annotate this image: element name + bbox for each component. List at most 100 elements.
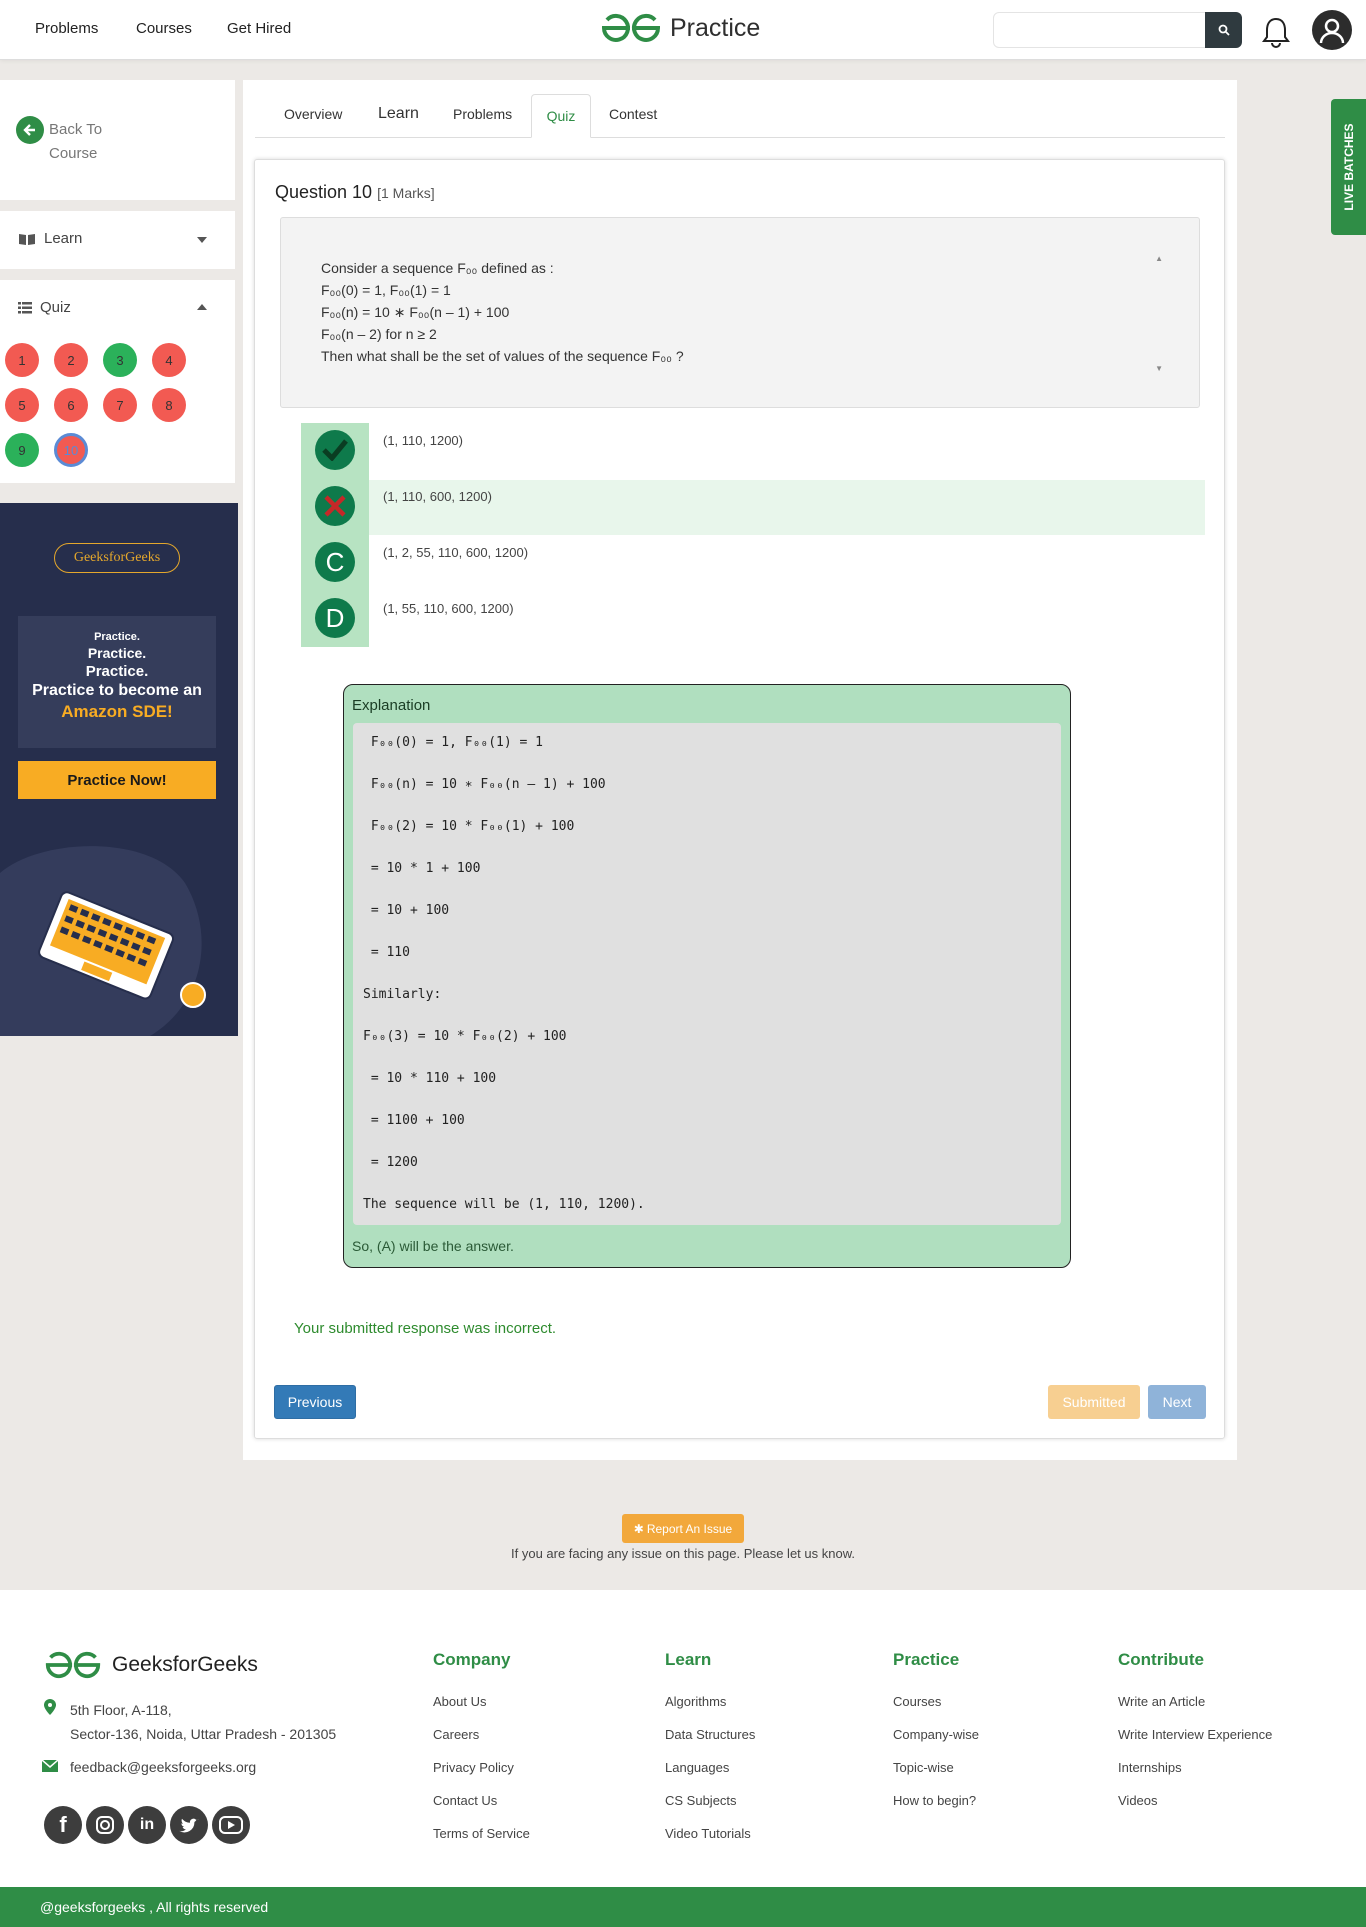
live-batches-tab[interactable]: LIVE BATCHES <box>1331 99 1366 235</box>
site-footer: GeeksforGeeks 5th Floor, A-118, Sector-1… <box>0 1590 1366 1887</box>
footer-link[interactable]: Video Tutorials <box>665 1826 751 1841</box>
search-icon <box>1218 24 1230 36</box>
footer-link[interactable]: Algorithms <box>665 1694 726 1709</box>
bug-icon: ✱ <box>633 1521 644 1536</box>
question-line: F₀₀(n – 2) for n ≥ 2 <box>321 326 437 342</box>
footer-link[interactable]: Company-wise <box>893 1727 979 1742</box>
option-b-cross-icon[interactable] <box>315 486 355 526</box>
previous-button[interactable]: Previous <box>274 1385 356 1419</box>
response-status-message: Your submitted response was incorrect. <box>294 1320 557 1337</box>
footer-col-title: Learn <box>665 1650 712 1669</box>
footer-link[interactable]: Privacy Policy <box>433 1760 514 1775</box>
code-line: = 10 * 110 + 100 <box>363 1071 497 1086</box>
footer-link[interactable]: Languages <box>665 1760 729 1775</box>
promo-line: Practice. <box>94 631 140 643</box>
footer-link[interactable]: CS Subjects <box>665 1793 737 1808</box>
tab-learn[interactable]: Learn <box>378 105 419 123</box>
promo-banner[interactable]: GeeksforGeeks Practice. Practice. Practi… <box>0 503 238 1036</box>
explanation-footer: So, (A) will be the answer. <box>352 1238 514 1254</box>
chevron-up-icon[interactable] <box>197 304 207 310</box>
footer-link[interactable]: About Us <box>433 1694 486 1709</box>
option-b-text[interactable]: (1, 110, 600, 1200) <box>383 489 492 504</box>
question-line: F₀₀(n) = 10 ∗ F₀₀(n – 1) + 100 <box>321 304 510 320</box>
question-nav-2[interactable]: 2 <box>54 343 88 377</box>
question-nav-8[interactable]: 8 <box>152 388 186 422</box>
user-icon <box>1319 18 1345 43</box>
question-title: Question 10 [1 Marks] <box>275 182 435 203</box>
nav-problems[interactable]: Problems <box>35 20 98 37</box>
question-nav-1[interactable]: 1 <box>5 343 39 377</box>
option-d-text[interactable]: (1, 55, 110, 600, 1200) <box>383 601 514 616</box>
promo-highlight: Amazon SDE! <box>61 702 173 721</box>
sidebar-learn-section[interactable]: Learn <box>0 211 235 269</box>
footer-link[interactable]: Data Structures <box>665 1727 755 1742</box>
code-line: F₀₀(n) = 10 ∗ F₀₀(n – 1) + 100 <box>363 777 606 792</box>
promo-line: Practice. <box>85 663 149 680</box>
promo-line: Practice to become an <box>32 682 202 699</box>
back-arrow-icon[interactable] <box>16 116 44 144</box>
option-a-check-icon[interactable] <box>315 430 355 470</box>
report-issue-button[interactable]: ✱ Report An Issue <box>622 1514 744 1543</box>
search-button[interactable] <box>1205 12 1242 48</box>
question-nav-3[interactable]: 3 <box>103 343 137 377</box>
question-nav-5[interactable]: 5 <box>5 388 39 422</box>
chevron-down-icon[interactable] <box>197 237 207 243</box>
sidebar-quiz-label: Quiz <box>40 299 71 316</box>
footer-link[interactable]: Terms of Service <box>433 1826 530 1841</box>
scroll-up-icon[interactable]: ▲ <box>1155 254 1163 263</box>
footer-link[interactable]: Videos <box>1118 1793 1158 1808</box>
footer-link[interactable]: Contact Us <box>433 1793 497 1808</box>
scroll-down-icon[interactable]: ▼ <box>1155 364 1163 373</box>
question-nav-7[interactable]: 7 <box>103 388 137 422</box>
option-c-badge[interactable]: C <box>315 542 355 582</box>
footer-brand[interactable]: GeeksforGeeks <box>44 1650 258 1680</box>
linkedin-icon[interactable]: in <box>128 1806 166 1844</box>
live-batches-label: LIVE BATCHES <box>1341 123 1356 211</box>
question-nav-9[interactable]: 9 <box>5 433 39 467</box>
practice-now-button[interactable]: Practice Now! <box>18 761 216 799</box>
submitted-button[interactable]: Submitted <box>1048 1385 1140 1419</box>
footer-link[interactable]: Topic-wise <box>893 1760 954 1775</box>
tab-quiz[interactable]: Quiz <box>531 94 591 138</box>
sidebar-quiz-section: Quiz 1 2 3 4 5 6 7 8 9 10 <box>0 280 235 483</box>
footer-link[interactable]: How to begin? <box>893 1793 976 1808</box>
next-button[interactable]: Next <box>1148 1385 1206 1419</box>
facebook-icon[interactable]: f <box>44 1806 82 1844</box>
option-a-text[interactable]: (1, 110, 1200) <box>383 433 463 448</box>
nav-get-hired[interactable]: Get Hired <box>227 20 291 37</box>
option-c-text[interactable]: (1, 2, 55, 110, 600, 1200) <box>383 545 528 560</box>
footer-link[interactable]: Careers <box>433 1727 479 1742</box>
option-d-badge[interactable]: D <box>315 598 355 638</box>
tab-problems[interactable]: Problems <box>453 106 512 122</box>
tab-overview[interactable]: Overview <box>284 106 342 122</box>
report-issue-label: Report An Issue <box>646 1521 733 1536</box>
search-input[interactable] <box>993 12 1206 48</box>
code-line: = 10 * 1 + 100 <box>363 861 481 876</box>
logo-text: Practice <box>670 13 761 42</box>
question-nav-4[interactable]: 4 <box>152 343 186 377</box>
footer-link[interactable]: Write Interview Experience <box>1118 1727 1272 1742</box>
tab-contest[interactable]: Contest <box>609 106 657 122</box>
footer-email[interactable]: feedback@geeksforgeeks.org <box>70 1759 256 1775</box>
promo-logo: GeeksforGeeks <box>54 543 180 573</box>
twitter-icon[interactable] <box>170 1806 208 1844</box>
footer-link[interactable]: Courses <box>893 1694 941 1709</box>
nav-courses[interactable]: Courses <box>136 20 192 37</box>
instagram-icon[interactable] <box>86 1806 124 1844</box>
question-body: Consider a sequence F₀₀ defined as : F₀₀… <box>280 217 1200 408</box>
code-line: = 10 + 100 <box>363 903 450 918</box>
explanation-code-block: F₀₀(0) = 1, F₀₀(1) = 1 F₀₀(n) = 10 ∗ F₀₀… <box>353 723 1061 1225</box>
youtube-icon[interactable] <box>212 1806 250 1844</box>
gfg-logo[interactable]: Practice <box>600 12 760 44</box>
code-line: = 110 <box>363 945 410 960</box>
code-line: = 1200 <box>363 1155 418 1170</box>
bell-icon[interactable] <box>1261 16 1291 48</box>
question-nav-6[interactable]: 6 <box>54 388 88 422</box>
user-avatar[interactable] <box>1312 10 1352 50</box>
footer-link[interactable]: Write an Article <box>1118 1694 1205 1709</box>
back-to-course-link[interactable]: Back To Course <box>49 118 129 166</box>
book-icon <box>19 233 35 245</box>
question-nav-10[interactable]: 10 <box>54 433 88 467</box>
code-line: = 1100 + 100 <box>363 1113 465 1128</box>
footer-link[interactable]: Internships <box>1118 1760 1182 1775</box>
